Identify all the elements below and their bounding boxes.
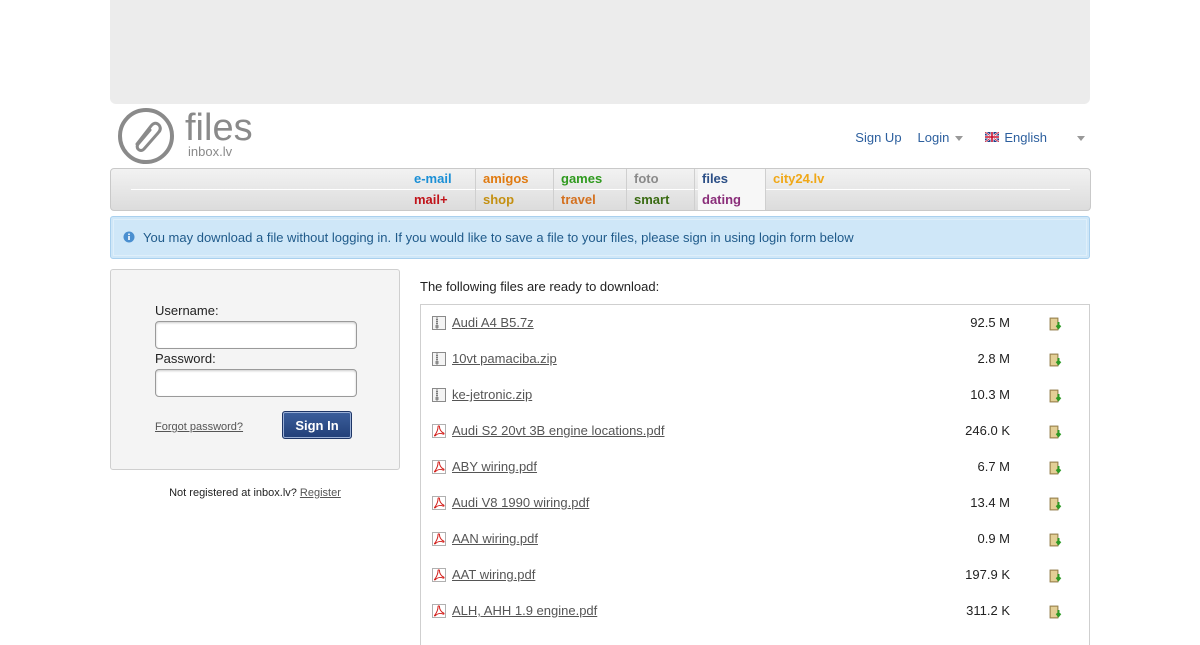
download-icon[interactable]	[1047, 352, 1063, 368]
file-row: Audi A4 B5.7z 92.5 M	[421, 305, 1089, 341]
file-name-link[interactable]: AAT wiring.pdf	[452, 567, 535, 582]
download-icon[interactable]	[1047, 604, 1063, 620]
file-name-link[interactable]: 10vt pamaciba.zip	[452, 351, 557, 366]
file-name-link[interactable]: AAN wiring.pdf	[452, 531, 538, 546]
register-link[interactable]: Register	[300, 487, 341, 499]
archive-file-icon	[431, 315, 447, 331]
login-label: Login	[917, 129, 950, 145]
info-message: You may download a file without logging …	[143, 230, 854, 245]
nav-column-foto: foto smart	[630, 169, 695, 210]
file-size: 246.0 K	[965, 423, 1010, 438]
language-label: English	[1004, 129, 1047, 145]
files-inbox-logo[interactable]: files inbox.lv	[115, 108, 280, 164]
nav-column-files: files dating	[698, 169, 766, 210]
account-links: Sign Up Login English	[855, 128, 1085, 146]
register-prompt: Not registered at inbox.lv? Register	[110, 487, 400, 499]
pdf-file-icon	[431, 423, 447, 439]
pdf-file-icon	[431, 603, 447, 619]
pdf-file-icon	[431, 567, 447, 583]
file-row: AAN wiring.pdf 0.9 M	[421, 521, 1089, 557]
download-icon[interactable]	[1047, 496, 1063, 512]
username-field[interactable]	[155, 321, 357, 349]
file-name-link[interactable]: ABY wiring.pdf	[452, 459, 537, 474]
not-registered-text: Not registered at inbox.lv?	[169, 487, 297, 499]
forgot-password-link[interactable]: Forgot password?	[155, 421, 243, 433]
archive-file-icon	[431, 351, 447, 367]
nav-item-travel[interactable]: travel	[561, 192, 596, 207]
file-size: 10.3 M	[970, 387, 1010, 402]
file-size: 13.4 M	[970, 495, 1010, 510]
file-name-link[interactable]: Audi V8 1990 wiring.pdf	[452, 495, 589, 510]
nav-item-foto[interactable]: foto	[634, 171, 659, 186]
sign-in-button[interactable]: Sign In	[282, 411, 352, 439]
file-name-link[interactable]: ALH, AHH 1.9 engine.pdf	[452, 603, 597, 618]
file-row: ABY wiring.pdf 6.7 M	[421, 449, 1089, 485]
download-icon[interactable]	[1047, 424, 1063, 440]
signup-link[interactable]: Sign Up	[855, 130, 901, 145]
login-form: Username: Password: Forgot password? Sig…	[110, 269, 400, 470]
file-name-link[interactable]: Audi S2 20vt 3B engine locations.pdf	[452, 423, 664, 438]
download-icon[interactable]	[1047, 460, 1063, 476]
language-selector[interactable]: English	[985, 130, 1085, 145]
ad-banner	[110, 0, 1090, 104]
file-row: 10vt pamaciba.zip 2.8 M	[421, 341, 1089, 377]
nav-item-mail-plus[interactable]: mail+	[414, 192, 448, 207]
nav-item-amigos[interactable]: amigos	[483, 171, 529, 186]
download-icon[interactable]	[1047, 568, 1063, 584]
portal-nav: e-mail mail+ amigos shop games travel fo…	[110, 168, 1091, 211]
login-dropdown[interactable]: Login	[918, 130, 964, 145]
info-icon	[123, 231, 135, 243]
nav-item-games[interactable]: games	[561, 171, 602, 186]
uk-flag-icon	[985, 132, 1000, 142]
nav-column-games: games travel	[557, 169, 627, 210]
nav-item-dating[interactable]: dating	[702, 192, 741, 207]
nav-item-city24[interactable]: city24.lv	[773, 171, 824, 186]
pdf-file-icon	[431, 531, 447, 547]
nav-item-files[interactable]: files	[702, 171, 728, 186]
file-size: 197.9 K	[965, 567, 1010, 582]
file-row: AAT wiring.pdf 197.9 K	[421, 557, 1089, 593]
pdf-file-icon	[431, 495, 447, 511]
password-field[interactable]	[155, 369, 357, 397]
file-size: 6.7 M	[977, 459, 1010, 474]
file-size: 92.5 M	[970, 315, 1010, 330]
file-row: ke-jetronic.zip 10.3 M	[421, 377, 1089, 413]
file-row: Audi S2 20vt 3B engine locations.pdf 246.…	[421, 413, 1089, 449]
file-size: 311.2 K	[966, 603, 1010, 618]
file-name-link[interactable]: Audi A4 B5.7z	[452, 315, 534, 330]
download-icon[interactable]	[1047, 388, 1063, 404]
file-row: Audi V8 1990 wiring.pdf 13.4 M	[421, 485, 1089, 521]
file-size: 0.9 M	[977, 531, 1010, 546]
file-name-link[interactable]: ke-jetronic.zip	[452, 387, 532, 402]
pdf-file-icon	[431, 459, 447, 475]
file-size: 2.8 M	[977, 351, 1010, 366]
download-icon[interactable]	[1047, 316, 1063, 332]
file-row: ALH, AHH 1.9 engine.pdf 311.2 K	[421, 593, 1089, 629]
download-icon[interactable]	[1047, 532, 1063, 548]
info-message-bar: You may download a file without logging …	[110, 216, 1090, 259]
nav-column-email: e-mail mail+	[410, 169, 476, 210]
nav-item-shop[interactable]: shop	[483, 192, 514, 207]
logo-text: files	[185, 108, 253, 149]
nav-item-smart[interactable]: smart	[634, 192, 669, 207]
username-label: Username:	[155, 303, 219, 318]
nav-item-email[interactable]: e-mail	[414, 171, 452, 186]
chevron-down-icon	[1077, 135, 1085, 141]
nav-column-amigos: amigos shop	[479, 169, 554, 210]
logo-subtext: inbox.lv	[188, 144, 233, 159]
archive-file-icon	[431, 387, 447, 403]
nav-column-city24: city24.lv	[769, 169, 859, 210]
files-heading: The following files are ready to downloa…	[420, 279, 660, 294]
files-list: Audi A4 B5.7z 92.5 M 10vt pamaciba.zip 2.8 …	[420, 304, 1090, 645]
chevron-down-icon	[955, 135, 964, 141]
password-label: Password:	[155, 351, 216, 366]
